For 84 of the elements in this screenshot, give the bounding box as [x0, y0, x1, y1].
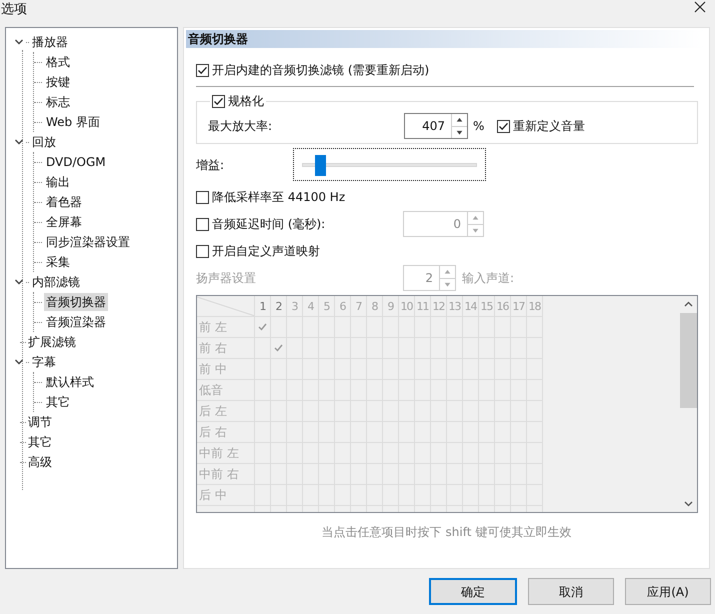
tree-item[interactable]: 字幕	[30, 353, 58, 371]
grid-cell[interactable]	[271, 338, 287, 359]
column-header: 14	[463, 296, 479, 317]
checkbox-label: 开启内建的音频切换滤镜 (需要重新启动)	[212, 62, 430, 79]
field-label: 扬声器设置	[196, 270, 257, 287]
check-icon	[258, 323, 267, 331]
tree-item[interactable]: Web 界面	[44, 113, 102, 131]
tree-item[interactable]: 音频渲染器	[44, 313, 108, 331]
tree-item[interactable]: 其它	[44, 393, 72, 411]
tree-item[interactable]: 格式	[44, 53, 72, 71]
column-header: 18	[527, 296, 543, 317]
column-header: 8	[367, 296, 383, 317]
tree-item[interactable]: 全屏幕	[44, 213, 84, 231]
tree-item[interactable]: 高级	[26, 453, 54, 471]
checkbox-label: 降低采样率至 44100 Hz	[212, 189, 346, 206]
checkbox-label: 音频延迟时间 (毫秒):	[212, 216, 326, 233]
tree-item[interactable]: 其它	[26, 433, 54, 451]
checkbox-label: 重新定义音量	[513, 118, 585, 135]
tree-item[interactable]: 标志	[44, 93, 72, 111]
dialog-button[interactable]: 应用(A)	[625, 578, 711, 605]
column-header: 16	[495, 296, 511, 317]
field-label: 输入声道:	[462, 270, 514, 287]
tree-item[interactable]: 输出	[44, 173, 72, 191]
row-header: 后 右	[197, 422, 255, 443]
column-header: 12	[431, 296, 447, 317]
unit-label: %	[473, 118, 486, 135]
checkbox[interactable]	[196, 64, 209, 76]
window-title: 选项	[1, 1, 27, 19]
tree-item[interactable]: 调节	[26, 413, 54, 431]
field-label: 增益:	[196, 156, 226, 174]
row-header: 前 中	[197, 359, 255, 380]
diagonal-line-icon	[197, 296, 255, 317]
column-header: 4	[303, 296, 319, 317]
checkbox[interactable]	[497, 120, 510, 132]
scrollbar-thumb[interactable]	[680, 313, 697, 408]
column-header: 3	[287, 296, 303, 317]
checkbox-label: 规格化	[228, 93, 264, 110]
chevron-icon[interactable]	[14, 137, 24, 147]
checkbox-label: 开启自定义声道映射	[212, 243, 320, 260]
close-icon[interactable]	[694, 1, 706, 13]
grid-cell[interactable]	[255, 317, 271, 338]
slider-thumb[interactable]	[315, 154, 326, 176]
hint-text: 当点击任意项目时按下 shift 键可使其立即生效	[320, 524, 572, 541]
number-spinner[interactable]: 407	[404, 113, 468, 139]
tree-item[interactable]: 扩展滤镜	[26, 333, 78, 351]
check-icon	[274, 344, 283, 352]
row-header: 后 中	[197, 485, 255, 506]
column-header: 10	[399, 296, 415, 317]
row-header: 中前 右	[197, 464, 255, 485]
column-header: 2	[271, 296, 287, 317]
tree-item[interactable]: 音频切换器	[44, 293, 108, 311]
column-header: 9	[383, 296, 399, 317]
tree-item[interactable]: 回放	[30, 133, 58, 151]
dialog-button[interactable]: 确定	[429, 578, 517, 605]
checkbox[interactable]	[212, 94, 225, 108]
row-header: 低音	[197, 380, 255, 401]
chevron-icon[interactable]	[14, 37, 24, 47]
tree-item[interactable]: DVD/OGM	[44, 153, 108, 171]
column-header: 7	[351, 296, 367, 317]
row-header: 前 右	[197, 338, 255, 359]
column-header: 11	[415, 296, 431, 317]
column-header: 13	[447, 296, 463, 317]
gain-slider[interactable]	[293, 148, 486, 181]
chevron-icon[interactable]	[14, 277, 24, 287]
column-header: 17	[511, 296, 527, 317]
tree-item[interactable]: 采集	[44, 253, 72, 271]
checkbox[interactable]	[196, 244, 209, 258]
checkbox[interactable]	[196, 190, 209, 204]
dialog-button[interactable]: 取消	[528, 578, 614, 605]
tree-item[interactable]: 按键	[44, 73, 72, 91]
row-header: 中前 左	[197, 443, 255, 464]
column-header: 5	[319, 296, 335, 317]
column-header: 6	[335, 296, 351, 317]
tree-item[interactable]: 内部滤镜	[30, 273, 82, 291]
field-label: 最大放大率:	[208, 118, 274, 135]
tree-item[interactable]: 着色器	[44, 193, 84, 211]
tree-item[interactable]: 播放器	[30, 33, 70, 51]
column-header: 15	[479, 296, 495, 317]
row-header: 后 左	[197, 401, 255, 422]
row-header: 前 左	[197, 317, 255, 338]
column-header: 1	[255, 296, 271, 317]
chevron-icon[interactable]	[14, 357, 24, 367]
tree-item[interactable]: 默认样式	[44, 373, 96, 391]
tree-item[interactable]: 同步渲染器设置	[44, 233, 132, 251]
